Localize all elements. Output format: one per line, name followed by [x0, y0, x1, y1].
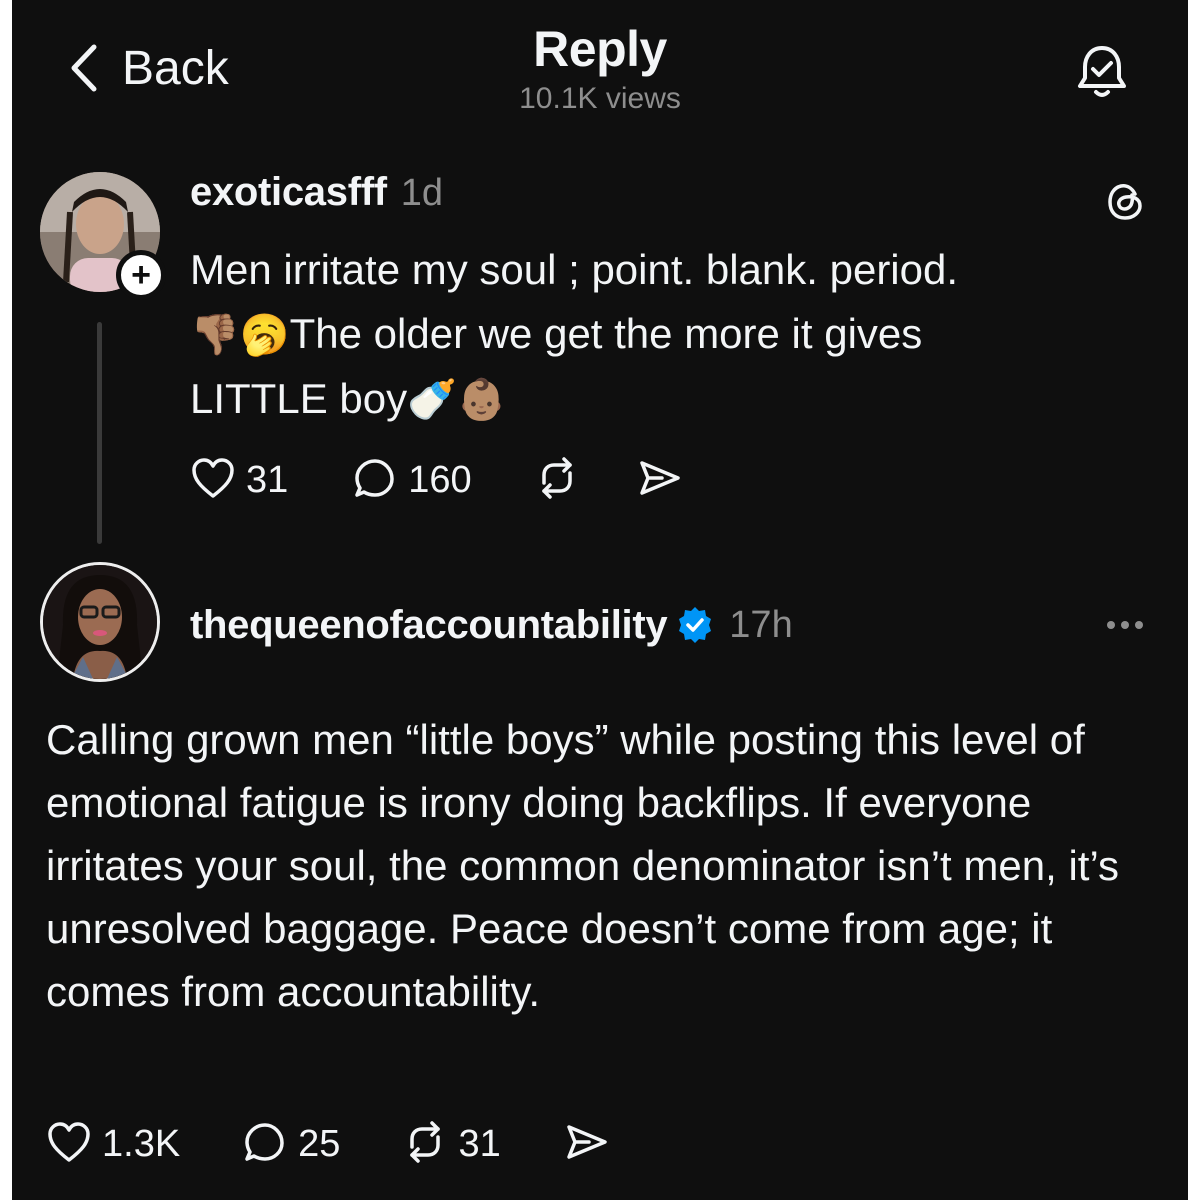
repost-count: 31 [458, 1122, 501, 1165]
share-button[interactable] [563, 1119, 609, 1170]
repost-button[interactable]: 31 [402, 1119, 501, 1170]
follow-button[interactable]: + [116, 250, 166, 300]
repost-icon [402, 1119, 448, 1170]
reply-time: 17h [729, 603, 793, 646]
post-header: exoticasfff 1d [190, 170, 443, 224]
more-dots-icon[interactable] [1100, 600, 1150, 650]
post-actions: 31 160 [190, 452, 682, 508]
threads-logo-icon[interactable] [1104, 180, 1148, 224]
post-body: Men irritate my soul ; point. blank. per… [190, 238, 1150, 432]
post-time: 1d [400, 172, 444, 214]
like-count: 1.3K [102, 1122, 181, 1165]
post-line: LITTLE boy🍼👶🏽 [190, 367, 1150, 432]
comment-icon [352, 455, 398, 506]
threads-reply-screen: Back Reply 10.1K views + exoticasfff 1d … [12, 0, 1188, 1200]
avatar[interactable] [40, 562, 160, 682]
header-title-group: Reply 10.1K views [12, 20, 1188, 116]
username[interactable]: exoticasfff [190, 170, 387, 215]
view-count: 10.1K views [519, 82, 681, 115]
heart-icon [190, 456, 236, 505]
reply-body: Calling grown men “little boys” while po… [46, 716, 1120, 1015]
reply-actions: 1.3K 25 31 [46, 1116, 609, 1172]
thumbs-down-emoji: 👎🏽 [190, 312, 240, 358]
send-icon [563, 1119, 609, 1170]
yawn-emoji: 🥱 [239, 312, 290, 358]
bell-check-icon[interactable] [1072, 42, 1132, 102]
reply-button[interactable]: 160 [352, 455, 472, 506]
page-title: Reply [533, 21, 667, 77]
baby-emoji: 👶🏽 [456, 377, 507, 423]
thread-connector [97, 322, 102, 544]
like-count: 31 [246, 458, 289, 501]
post-line-text: LITTLE boy [190, 375, 408, 422]
comment-icon [242, 1119, 288, 1170]
verified-badge-icon [675, 605, 715, 645]
post-line-text: The older we get the more it gives [289, 310, 923, 357]
reply-count: 160 [408, 458, 472, 501]
like-button[interactable]: 31 [190, 456, 288, 505]
bottle-emoji: 🍼 [407, 377, 457, 423]
share-button[interactable] [636, 455, 682, 506]
send-icon [636, 455, 682, 506]
heart-icon [46, 1120, 92, 1169]
post-line: Men irritate my soul ; point. blank. per… [190, 246, 959, 293]
post-line: 👎🏽🥱The older we get the more it gives [190, 302, 1150, 367]
repost-button[interactable] [534, 455, 580, 506]
reply-button[interactable]: 25 [242, 1119, 340, 1170]
reply-count: 25 [298, 1122, 341, 1165]
reply-header: thequeenofaccountability 17h [190, 598, 793, 652]
username[interactable]: thequeenofaccountability [190, 603, 668, 648]
repost-icon [534, 455, 580, 506]
like-button[interactable]: 1.3K [46, 1120, 180, 1169]
top-bar: Back Reply 10.1K views [12, 0, 1188, 150]
